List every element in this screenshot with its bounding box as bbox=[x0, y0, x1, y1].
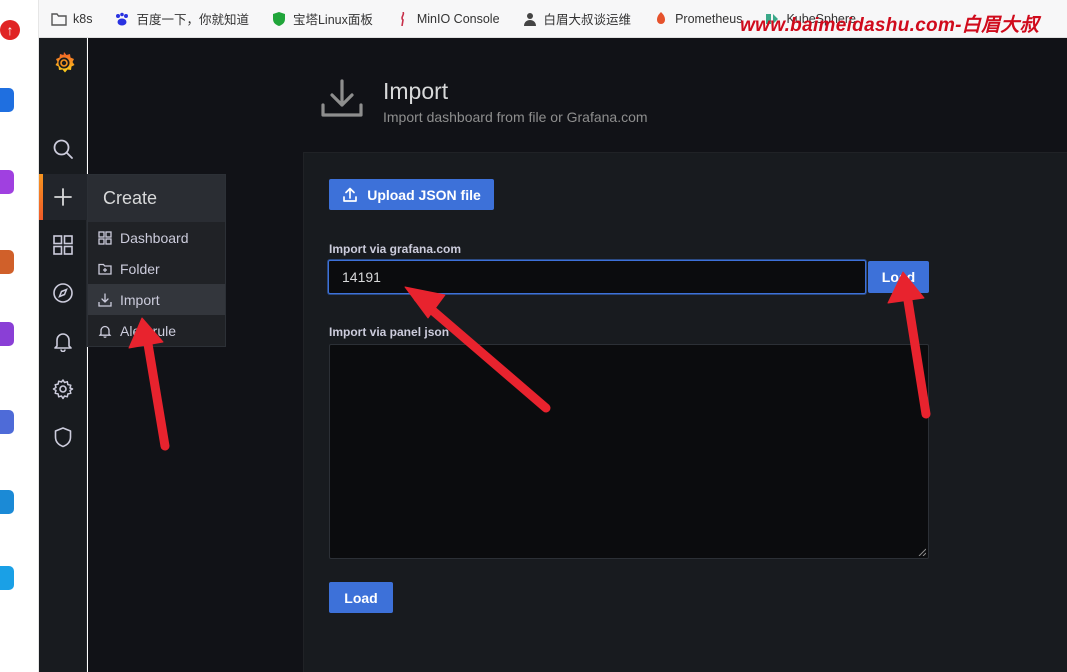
server-admin-button[interactable] bbox=[39, 414, 87, 460]
app-shortcut-icon[interactable] bbox=[0, 170, 14, 194]
bookmark-label: MinIO Console bbox=[416, 11, 500, 26]
avatar-icon bbox=[523, 12, 536, 26]
bookmark-label: 白眉大叔谈运维 bbox=[543, 13, 632, 27]
app-shortcut-icon[interactable] bbox=[0, 88, 14, 112]
alerting-bell-icon bbox=[54, 333, 72, 352]
load-json-button-label: Load bbox=[344, 589, 378, 606]
page-title: Import bbox=[383, 78, 449, 104]
bell-icon bbox=[98, 325, 112, 338]
baidu-icon bbox=[116, 12, 129, 25]
bookmark-baidu[interactable]: 百度一下，你就知道 bbox=[114, 9, 249, 28]
app-shortcut-icon[interactable] bbox=[0, 490, 14, 514]
bookmark-label: k8s bbox=[73, 11, 93, 26]
configuration-button[interactable] bbox=[39, 366, 87, 412]
prometheus-icon bbox=[657, 11, 666, 24]
bookmark-prometheus[interactable]: Prometheus bbox=[653, 11, 743, 26]
menu-item-folder[interactable]: Folder bbox=[88, 253, 225, 284]
bookmark-minio[interactable]: MinIO Console bbox=[395, 11, 500, 26]
menu-item-label: Folder bbox=[120, 260, 160, 277]
grafana-logo-icon[interactable] bbox=[51, 50, 77, 76]
dashboards-button[interactable] bbox=[39, 222, 87, 268]
app-shortcut-icon[interactable] bbox=[0, 322, 14, 346]
menu-item-label: Dashboard bbox=[120, 229, 189, 246]
grafana-com-label: Import via grafana.com bbox=[329, 242, 462, 256]
os-taskbar: ↑ bbox=[0, 0, 39, 672]
menu-item-dashboard[interactable]: Dashboard bbox=[88, 222, 225, 253]
resize-handle-icon[interactable] bbox=[918, 548, 926, 556]
upload-icon bbox=[343, 187, 358, 202]
menu-item-label: Alert rule bbox=[120, 322, 177, 339]
configuration-gear-icon bbox=[52, 379, 74, 400]
grafana-sidebar bbox=[39, 38, 87, 672]
app-update-icon[interactable]: ↑ bbox=[0, 20, 20, 40]
create-menu-title: Create bbox=[88, 175, 225, 222]
page-subtitle: Import dashboard from file or Grafana.co… bbox=[383, 109, 648, 125]
plus-icon bbox=[54, 188, 72, 206]
bt-shield-icon bbox=[272, 11, 285, 26]
alerting-button[interactable] bbox=[39, 318, 87, 364]
menu-item-import[interactable]: Import bbox=[88, 284, 225, 315]
dashboard-grid-icon bbox=[98, 230, 112, 245]
menu-item-alert-rule[interactable]: Alert rule bbox=[88, 315, 225, 346]
import-page-icon bbox=[321, 79, 363, 117]
import-icon bbox=[98, 292, 112, 307]
panel-json-label: Import via panel json bbox=[329, 325, 450, 339]
upload-json-label: Upload JSON file bbox=[367, 186, 481, 203]
grafana-com-id-value: 14191 bbox=[342, 269, 381, 285]
import-panel: Upload JSON file Import via grafana.com … bbox=[303, 152, 1067, 672]
upload-json-button[interactable]: Upload JSON file bbox=[329, 179, 494, 210]
watermark-text: www.baimeidashu.com-白眉大叔 bbox=[740, 15, 1039, 36]
bookmark-bt-panel[interactable]: 宝塔Linux面板 bbox=[271, 9, 373, 28]
dashboards-icon bbox=[53, 235, 73, 255]
folder-icon bbox=[51, 12, 67, 26]
bookmark-label: 宝塔Linux面板 bbox=[292, 13, 373, 27]
load-json-button[interactable]: Load bbox=[329, 582, 393, 613]
app-shortcut-icon[interactable] bbox=[0, 410, 14, 434]
server-admin-shield-icon bbox=[54, 427, 72, 448]
grafana-com-id-input[interactable]: 14191 bbox=[328, 260, 866, 294]
bookmark-label: Prometheus bbox=[675, 11, 743, 26]
bookmark-k8s[interactable]: k8s bbox=[51, 12, 92, 26]
minio-icon bbox=[401, 11, 405, 26]
search-icon bbox=[53, 139, 73, 159]
panel-json-textarea[interactable] bbox=[329, 344, 929, 559]
main-content: Import Import dashboard from file or Gra… bbox=[88, 38, 1067, 672]
bookmark-label: 百度一下，你就知道 bbox=[136, 13, 249, 27]
create-menu: Create Dashboard Folder Import Alert rul… bbox=[87, 174, 226, 347]
explore-icon bbox=[53, 283, 73, 303]
menu-item-label: Import bbox=[120, 291, 160, 308]
create-button[interactable] bbox=[39, 174, 87, 220]
folder-plus-icon bbox=[98, 263, 112, 275]
load-button-label: Load bbox=[881, 269, 916, 285]
app-shortcut-icon[interactable] bbox=[0, 250, 14, 274]
explore-button[interactable] bbox=[39, 270, 87, 316]
app-shortcut-icon[interactable] bbox=[0, 566, 14, 590]
bookmark-baimei[interactable]: 白眉大叔谈运维 bbox=[522, 9, 632, 28]
load-button[interactable]: Load bbox=[868, 261, 929, 293]
search-button[interactable] bbox=[39, 126, 87, 172]
